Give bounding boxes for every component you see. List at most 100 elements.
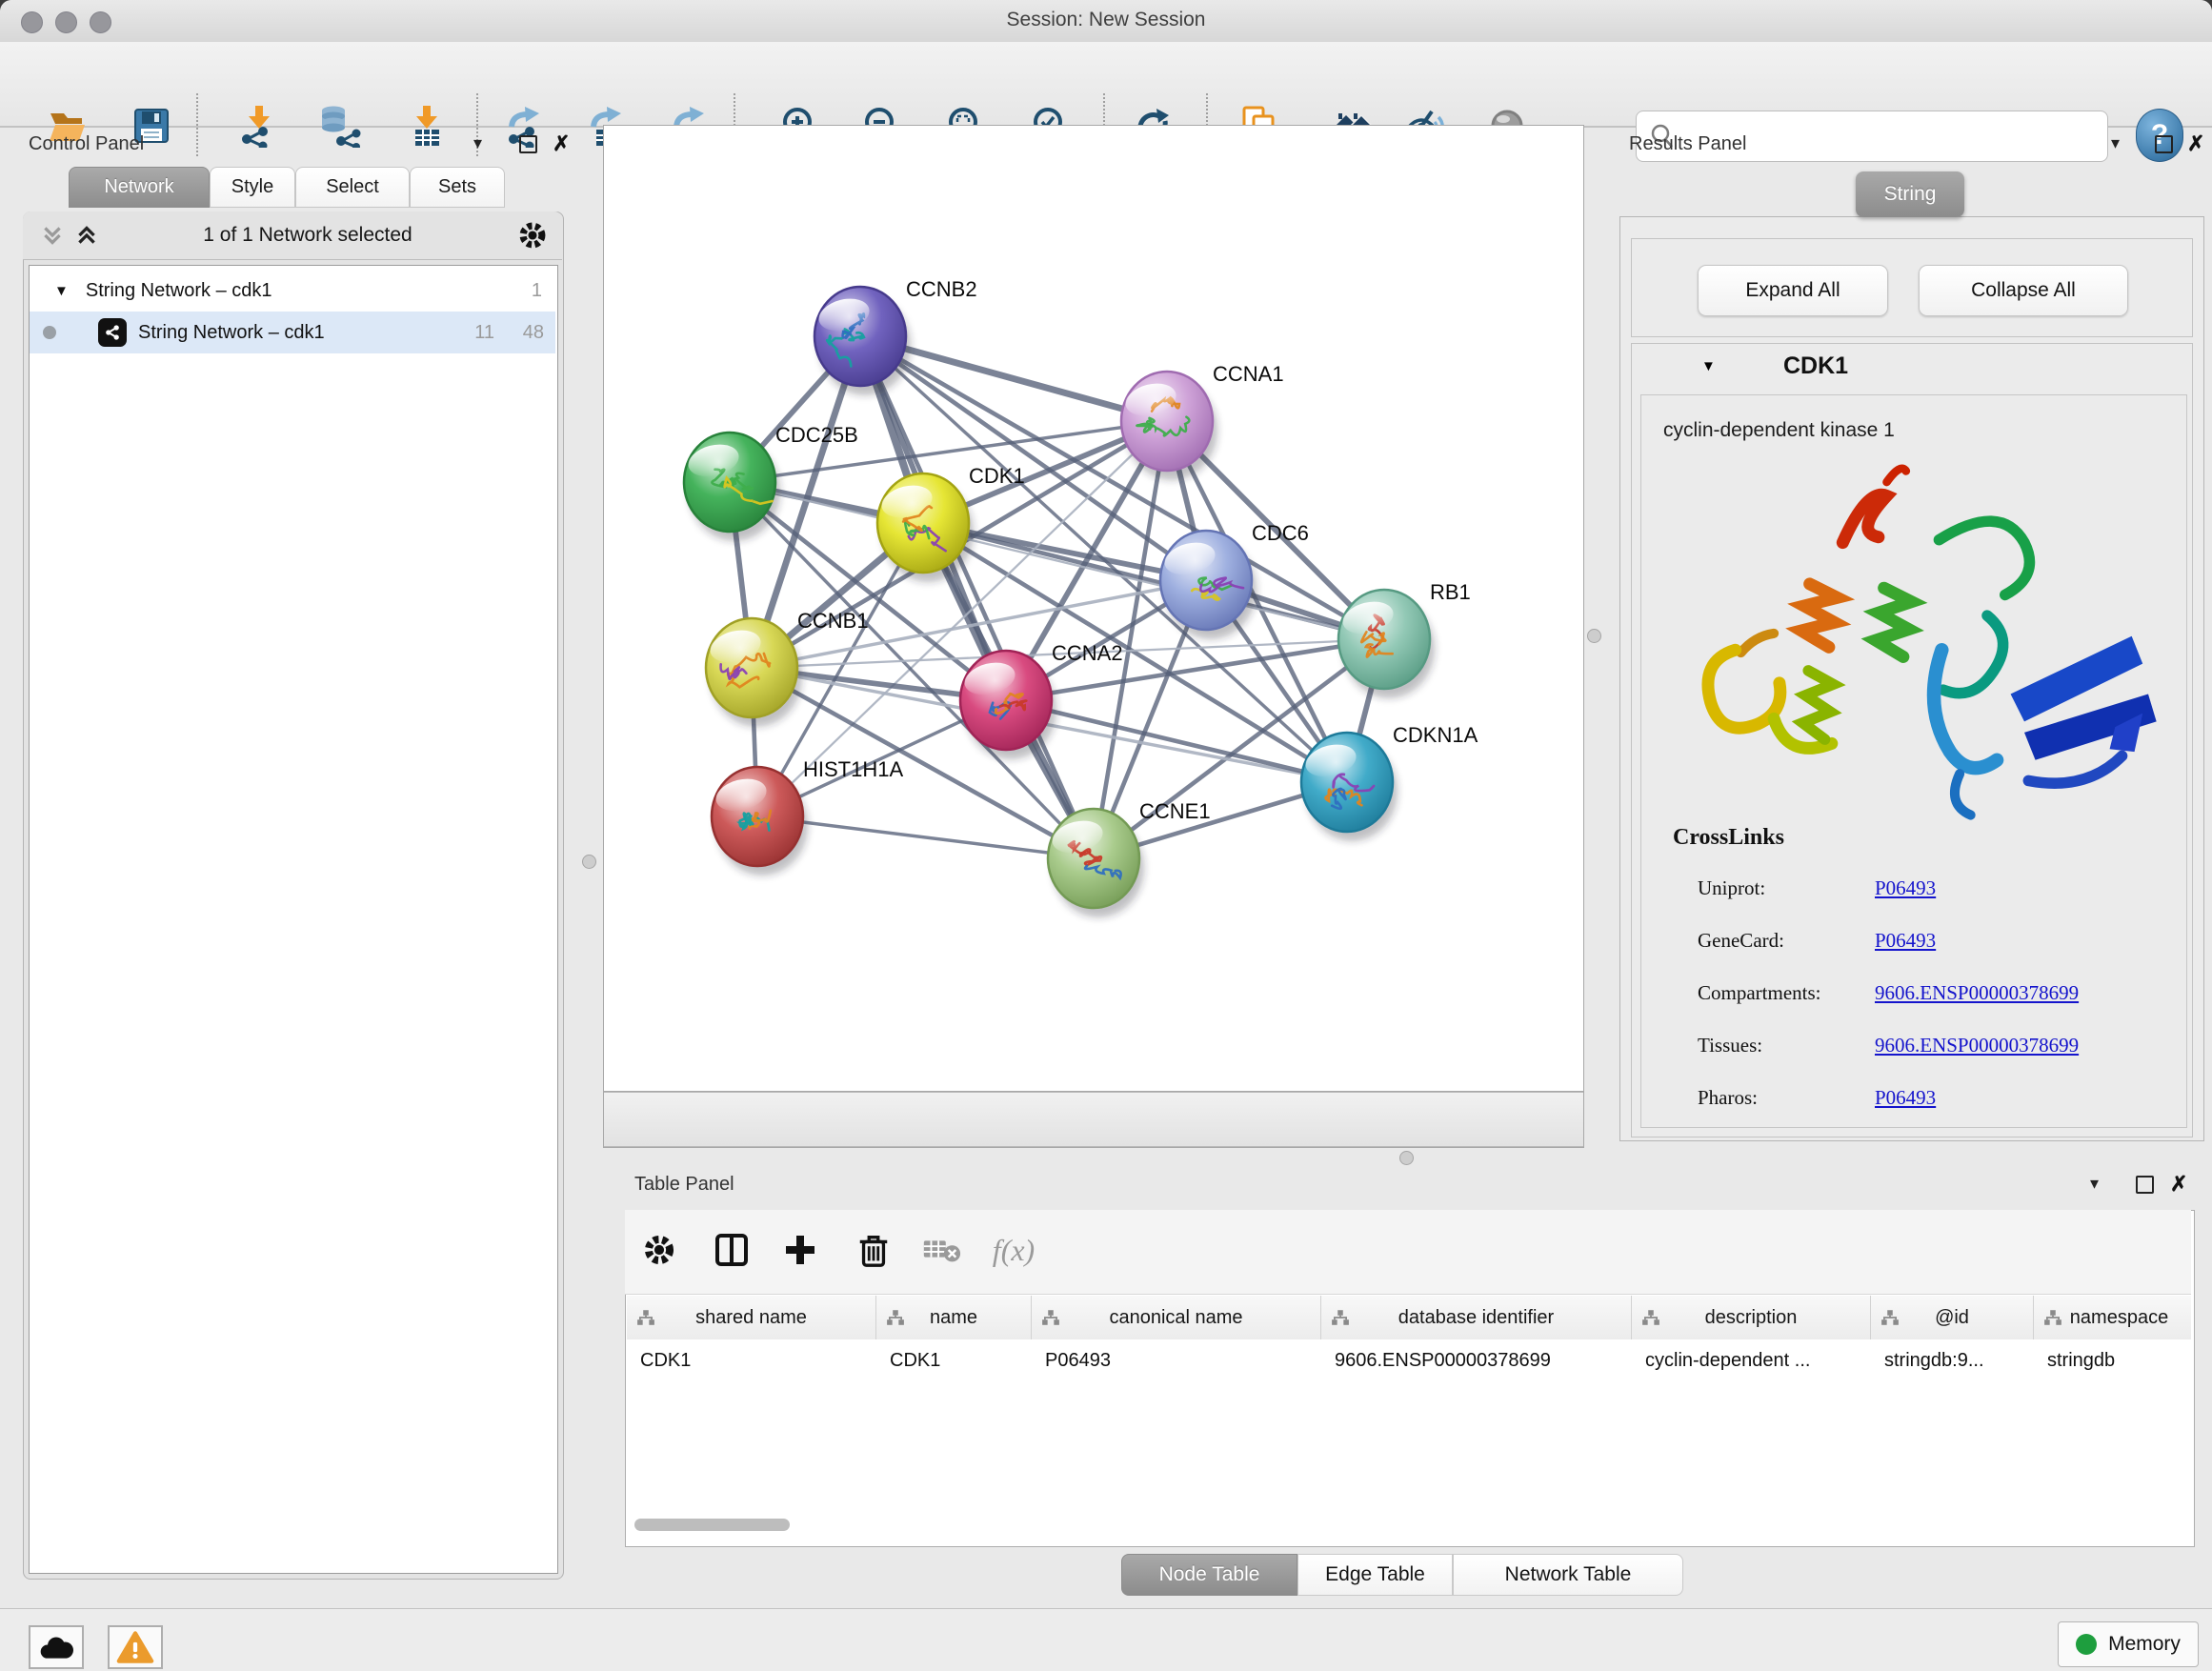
node-CCNA1[interactable] <box>1121 372 1217 480</box>
network-view-statusbar: String Network – cdk1 1 – 0 0 – 0 <box>604 1092 1583 1147</box>
cloud-status-button[interactable] <box>29 1625 84 1669</box>
gear-icon <box>641 1232 677 1268</box>
delete-column-button[interactable] <box>847 1223 900 1277</box>
node-CDC25B[interactable] <box>684 433 780 541</box>
table-panel-menu-button[interactable]: ▾ <box>2090 1174 2099 1194</box>
table-cell[interactable]: stringdb <box>2034 1339 2191 1381</box>
results-panel-menu-button[interactable]: ▾ <box>2111 133 2120 153</box>
node-label-CDC6: CDC6 <box>1252 521 1309 545</box>
node-HIST1H1A[interactable] <box>712 767 808 876</box>
column-header-shared-name[interactable]: shared name <box>627 1296 876 1339</box>
right-splitter-handle[interactable] <box>1587 629 1601 643</box>
table-cell[interactable]: CDK1 <box>627 1339 876 1381</box>
node-CCNB2[interactable] <box>814 287 911 395</box>
column-header--id[interactable]: @id <box>1871 1296 2034 1339</box>
tab-sets[interactable]: Sets <box>410 167 505 208</box>
expand-all-icon[interactable] <box>74 223 99 248</box>
tab-select[interactable]: Select <box>295 167 410 208</box>
crosslink-link[interactable]: P06493 <box>1875 929 1936 952</box>
column-header-canonical-name[interactable]: canonical name <box>1032 1296 1321 1339</box>
crosslink-link[interactable]: 9606.ENSP00000378699 <box>1875 1034 2079 1057</box>
function-builder-button[interactable]: f(x) <box>987 1223 1040 1277</box>
tab-node-table[interactable]: Node Table <box>1121 1554 1297 1596</box>
columns-icon <box>713 1231 751 1269</box>
node-label-RB1: RB1 <box>1430 580 1471 604</box>
warnings-button[interactable] <box>108 1625 163 1669</box>
crosslink-link[interactable]: P06493 <box>1875 1086 1936 1109</box>
column-header-database-identifier[interactable]: database identifier <box>1321 1296 1632 1339</box>
node-count: 11 <box>474 322 494 344</box>
collection-expand-triangle[interactable]: ▼ <box>54 283 69 299</box>
control-panel: Control Panel ▾ ✗ Network Style Select S… <box>13 126 575 1608</box>
table-options-button[interactable] <box>633 1223 686 1277</box>
table-cell[interactable]: stringdb:9... <box>1871 1339 2034 1381</box>
network-options-gear-icon[interactable] <box>516 219 549 252</box>
node-CDKN1A[interactable] <box>1301 733 1398 841</box>
column-header-name[interactable]: name <box>876 1296 1032 1339</box>
crosslink-row: Uniprot:P06493 <box>1698 876 1936 905</box>
crosslink-link[interactable]: 9606.ENSP00000378699 <box>1875 981 2079 1004</box>
memory-button[interactable]: Memory <box>2058 1621 2199 1667</box>
table-header-row: shared namenamecanonical namedatabase id… <box>627 1296 2191 1340</box>
column-header-description[interactable]: description <box>1632 1296 1871 1339</box>
network-row-label: String Network – cdk1 <box>138 322 325 344</box>
table-cell[interactable]: CDK1 <box>876 1339 1032 1381</box>
network-selector-bar: 1 of 1 Network selected <box>23 211 562 260</box>
results-panel-close-button[interactable]: ✗ <box>2187 133 2204 154</box>
column-type-icon <box>1880 1309 1900 1326</box>
crosslink-row: Tissues:9606.ENSP00000378699 <box>1698 1034 2079 1062</box>
network-selection-summary: 1 of 1 Network selected <box>99 224 516 247</box>
node-CDK1[interactable] <box>877 473 974 582</box>
table-row[interactable]: CDK1CDK1P064939606.ENSP00000378699cyclin… <box>627 1339 2191 1381</box>
tab-network-table[interactable]: Network Table <box>1453 1554 1683 1596</box>
left-splitter-handle[interactable] <box>582 855 596 869</box>
table-horizontal-scrollbar[interactable] <box>634 1519 790 1531</box>
crosslink-row: Compartments:9606.ENSP00000378699 <box>1698 981 2079 1010</box>
collection-count: 1 <box>532 280 542 302</box>
crosslinks-title: CrossLinks <box>1673 825 1784 851</box>
create-column-button[interactable] <box>774 1223 827 1277</box>
network-row-selected[interactable]: String Network – cdk1 11 48 <box>30 312 555 353</box>
node-CCNE1[interactable] <box>1048 809 1144 917</box>
crosslink-label: Pharos: <box>1698 1086 1875 1110</box>
crosslink-label: Uniprot: <box>1698 876 1875 900</box>
tab-style[interactable]: Style <box>210 167 295 208</box>
crosslink-link[interactable]: P06493 <box>1875 876 1936 899</box>
network-canvas[interactable]: CCNB2CCNA1CDC25BCDK1CDC6RB1CCNB1CCNA2CDK… <box>604 126 1583 1092</box>
column-header-namespace[interactable]: namespace <box>2034 1296 2191 1339</box>
delete-table-button[interactable] <box>915 1223 968 1277</box>
network-tree: ▼ String Network – cdk1 1 String Network… <box>29 265 558 1574</box>
tab-edge-table[interactable]: Edge Table <box>1297 1554 1453 1596</box>
main-toolbar: ? <box>0 42 2212 128</box>
edge-HIST1H1A-CCNE1[interactable] <box>757 816 1094 858</box>
node-RB1[interactable] <box>1338 590 1435 698</box>
show-columns-button[interactable] <box>705 1223 758 1277</box>
table-cell[interactable]: 9606.ENSP00000378699 <box>1321 1339 1632 1381</box>
cdk1-section-title: CDK1 <box>1783 352 1848 380</box>
application-window: Session: New Session <box>0 0 2212 1671</box>
table-cell[interactable]: cyclin-dependent ... <box>1632 1339 1871 1381</box>
table-panel-close-button[interactable]: ✗ <box>2170 1174 2187 1195</box>
column-type-icon <box>1041 1309 1060 1326</box>
tab-string-results[interactable]: String <box>1856 171 1964 217</box>
expand-all-button[interactable]: Expand All <box>1698 265 1888 316</box>
title-bar: Session: New Session <box>0 0 2212 43</box>
collapse-all-button[interactable]: Collapse All <box>1919 265 2128 316</box>
network-graph[interactable]: CCNB2CCNA1CDC25BCDK1CDC6RB1CCNB1CCNA2CDK… <box>604 126 1583 1092</box>
edge-count: 48 <box>523 322 544 344</box>
control-panel-menu-button[interactable]: ▾ <box>473 133 482 153</box>
collapse-all-icon[interactable] <box>40 223 65 248</box>
node-CCNA2[interactable] <box>960 651 1056 759</box>
column-type-icon <box>1641 1309 1660 1326</box>
fx-label: f(x) <box>993 1233 1035 1268</box>
table-panel-float-button[interactable] <box>2136 1176 2154 1194</box>
network-collection-row[interactable]: ▼ String Network – cdk1 1 <box>30 270 555 312</box>
results-panel-float-button[interactable] <box>2155 135 2173 153</box>
table-cell[interactable]: P06493 <box>1032 1339 1321 1381</box>
crosslink-label: Tissues: <box>1698 1034 1875 1057</box>
control-panel-float-button[interactable] <box>519 135 537 153</box>
tab-network[interactable]: Network <box>69 167 210 208</box>
control-panel-close-button[interactable]: ✗ <box>553 133 570 154</box>
bottom-status-bar <box>0 1608 2212 1671</box>
cdk1-collapse-triangle[interactable]: ▼ <box>1701 358 1716 374</box>
